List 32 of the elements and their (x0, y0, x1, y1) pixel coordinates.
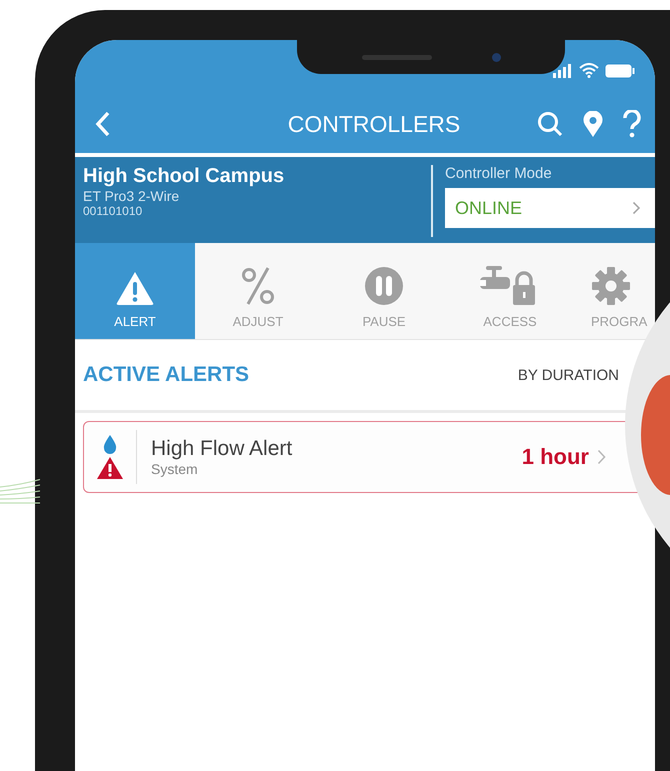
help-icon[interactable] (623, 110, 641, 138)
chevron-icon (597, 449, 606, 465)
mode-selector[interactable]: ONLINE (445, 188, 655, 228)
pause-icon (364, 266, 404, 306)
tab[interactable]: ALERT (75, 243, 195, 339)
alert-duration: 1 hour (522, 444, 589, 470)
alert-title: High Flow Alert (151, 437, 294, 461)
wifi-icon (579, 63, 599, 78)
screen-title: CONTROLLERS (286, 110, 462, 138)
search-icon[interactable] (537, 111, 563, 137)
controller-name: High School Campus (83, 165, 286, 188)
signal-icon (553, 64, 573, 78)
water-drop-icon (103, 435, 117, 455)
section-title: ACTIVE ALERTS (83, 363, 250, 387)
location-pin-icon[interactable] (583, 111, 603, 137)
warning-icon (115, 270, 155, 306)
tab[interactable]: ACCESS (447, 243, 573, 339)
warning-icon (97, 457, 123, 479)
controller-serial: 001101010 (83, 204, 144, 218)
tab[interactable]: PAUSE (321, 243, 447, 339)
chevron-icon (632, 201, 641, 215)
tab[interactable]: ADJUST (195, 243, 321, 339)
battery-icon (605, 64, 635, 78)
decorative-lines (0, 479, 40, 505)
back-icon[interactable] (95, 111, 111, 137)
gear-icon (591, 266, 631, 306)
tab[interactable]: PROGRA (573, 243, 655, 339)
mode-label: Controller Mode (445, 165, 553, 182)
alert-source: System (151, 461, 199, 477)
controller-model: ET Pro3 2-Wire (83, 188, 180, 204)
sort-button[interactable]: BY DURATION (518, 366, 619, 384)
percent-icon (241, 266, 275, 306)
